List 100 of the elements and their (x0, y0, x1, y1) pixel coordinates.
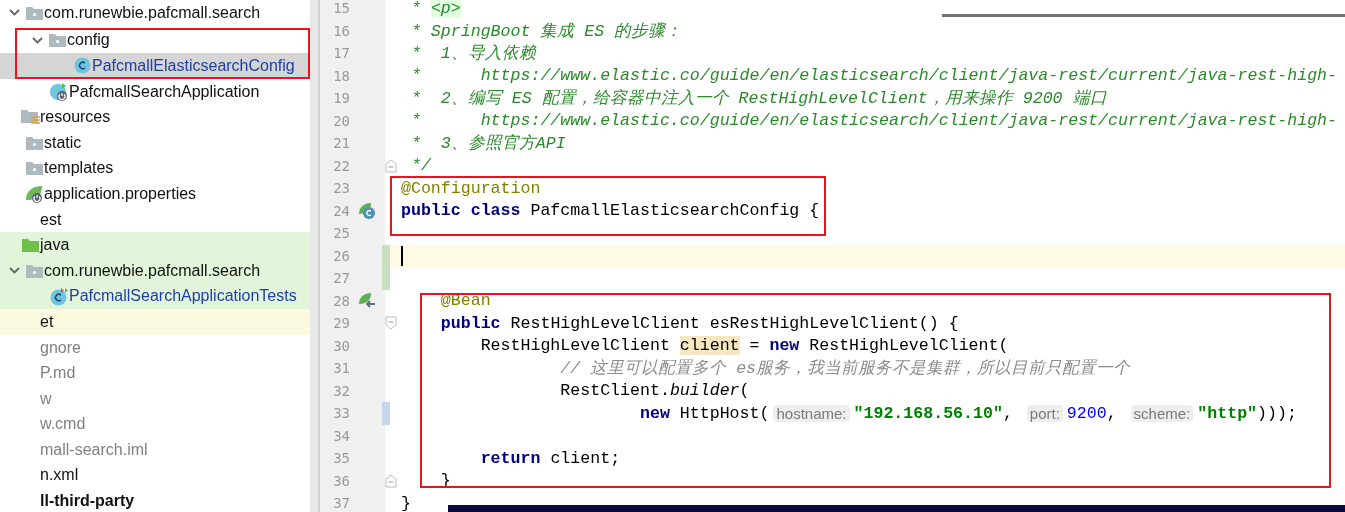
tree-row[interactable]: ll-third-party (0, 488, 310, 512)
tree-item-label: w (40, 389, 52, 408)
parameter-hint: hostname: (773, 404, 850, 422)
tree-row[interactable]: mall-search.iml (0, 437, 310, 463)
doc-comment: * https://www.elastic.co/guide/en/elasticsearch/client/java-rest/current/java-rest-high- (409, 66, 1338, 86)
tree-item-label: PafcmallSearchApplication (69, 82, 260, 101)
annotation: @Configuration (401, 178, 541, 198)
code-text: , (1002, 403, 1014, 423)
folder-icon (25, 5, 43, 20)
tree-row[interactable]: config (0, 27, 310, 54)
tree-row[interactable]: com.runewbie.pafcmall.search (0, 257, 310, 284)
tree-item-label: java (40, 236, 70, 255)
line-number: 31 (332, 360, 351, 377)
change-marker[interactable] (382, 244, 390, 267)
tree-row[interactable]: PafcmallSearchApplication (0, 78, 310, 105)
tree-row[interactable]: PafcmallElasticsearchConfig (0, 53, 310, 79)
tree-item-label: config (67, 31, 110, 50)
highlighted-variable: client (679, 336, 740, 356)
chevron-down-icon[interactable] (8, 9, 20, 17)
line-number: 34 (332, 427, 351, 444)
code-comment: // 这里可以配置多个 es服务，我当前服务不是集群，所以目前只配置一个 (559, 358, 1131, 380)
spring-leaf-icon (24, 183, 44, 204)
folder-icon (25, 135, 43, 150)
line-number: 23 (332, 180, 351, 197)
line-number: 33 (332, 405, 351, 422)
code-text: client; (549, 448, 621, 468)
line-number: 26 (332, 247, 351, 264)
tree-item-label: resources (40, 108, 111, 127)
string-literal: "http" (1197, 403, 1258, 423)
line-number: 28 (332, 292, 351, 309)
folder-icon (48, 33, 66, 48)
line-number: 36 (332, 472, 351, 489)
tree-row[interactable]: n.xml (0, 462, 310, 489)
line-number: 19 (332, 90, 351, 107)
tree-row[interactable]: resources (0, 104, 310, 130)
tree-row[interactable]: static (0, 129, 310, 156)
string-literal: "192.168.56.10" (853, 403, 1003, 423)
folder-icon (21, 238, 39, 253)
fold-marker-icon[interactable] (385, 158, 397, 173)
line-number: 32 (332, 382, 351, 399)
class-icon (73, 57, 91, 75)
tree-item-label: com.runewbie.pafcmall.search (44, 261, 261, 280)
tree-row[interactable]: java (0, 232, 310, 258)
doc-comment: * 2、编写 ES 配置，给容器中注入一个 RestHighLevelClient，用来操作 9200 端口 (409, 88, 1107, 110)
tree-item-label: n.xml (40, 466, 79, 485)
code-text: = (748, 336, 761, 356)
method-name: builder (669, 381, 740, 401)
parameter-hint: scheme: (1130, 404, 1194, 422)
tree-item-label: P.md (40, 364, 76, 383)
tree-item-label: ll-third-party (40, 492, 135, 511)
tree-row[interactable]: est (0, 206, 310, 233)
tree-item-label: mall-search.iml (40, 440, 148, 459)
doc-comment: * 1、导入依赖 (409, 43, 536, 65)
spring-class-icon[interactable] (358, 201, 376, 220)
code-text: RestClient. (559, 381, 670, 401)
keyword: new (639, 403, 670, 423)
tree-row[interactable]: et (0, 309, 310, 335)
line-number: 25 (332, 225, 351, 242)
chevron-down-icon[interactable] (8, 267, 20, 275)
line-number: 35 (332, 450, 351, 467)
tree-row[interactable]: application.properties (0, 181, 310, 207)
line-number: 21 (332, 135, 351, 152)
doc-comment: */ (409, 156, 431, 176)
line-number: 22 (332, 157, 351, 174)
change-marker[interactable] (382, 267, 390, 290)
change-marker[interactable] (382, 402, 390, 425)
code-text: PafcmallElasticsearchConfig { (529, 201, 820, 221)
chevron-down-icon[interactable] (31, 36, 43, 44)
code-text: HttpHost( (678, 403, 770, 423)
code-text: } (401, 493, 411, 512)
code-text: RestHighLevelClient esRestHighLevelClient() { (509, 313, 959, 333)
tree-row[interactable]: w.cmd (0, 411, 310, 438)
line-number: 24 (332, 202, 351, 219)
tree-row[interactable]: templates (0, 155, 310, 182)
line-number: 30 (332, 337, 351, 354)
doc-comment: * 3、参照官方API (409, 133, 566, 155)
tree-item-label: est (40, 210, 62, 229)
tree-row[interactable]: gnore (0, 334, 310, 361)
line-number: 20 (332, 112, 351, 129)
bean-icon[interactable] (357, 291, 377, 310)
tree-row[interactable]: com.runewbie.pafcmall.search (0, 0, 310, 26)
fold-marker-icon[interactable] (385, 473, 397, 488)
keyword: public (439, 313, 501, 333)
line-number: 17 (332, 45, 351, 62)
fold-marker-icon[interactable] (385, 316, 397, 330)
tree-item-label: templates (44, 159, 114, 178)
tree-item-label: application.properties (44, 184, 197, 203)
keyword: public class (401, 201, 521, 221)
line-number: 37 (332, 495, 351, 512)
tree-item-label: w.cmd (40, 415, 86, 434)
line-number: 29 (332, 315, 351, 332)
resources-folder-icon (20, 109, 40, 126)
line-number: 16 (332, 22, 351, 39)
tree-item-label: et (40, 312, 54, 331)
tree-row[interactable]: PafcmallSearchApplicationTests (0, 283, 310, 310)
doc-comment: * (409, 0, 422, 18)
line-number: 15 (332, 0, 351, 17)
tree-row[interactable]: P.md (0, 360, 310, 386)
line-number: 18 (332, 67, 351, 84)
tree-row[interactable]: w (0, 385, 310, 412)
